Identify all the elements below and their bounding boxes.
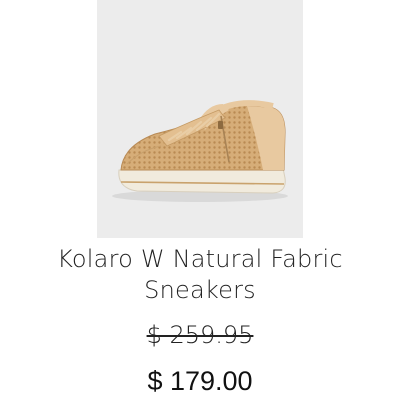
original-price: $ 259.95 xyxy=(0,318,400,352)
original-price-value: $ 259.95 xyxy=(146,321,254,349)
product-image[interactable] xyxy=(97,0,303,238)
product-title-line2[interactable]: Sneakers xyxy=(144,276,256,304)
product-title-line1[interactable]: Kolaro W Natural Fabric xyxy=(57,245,343,273)
product-title[interactable]: Kolaro W Natural Fabric Sneakers xyxy=(0,244,400,306)
product-card: Kolaro W Natural Fabric Sneakers $ 259.9… xyxy=(0,0,400,400)
sneaker-icon xyxy=(112,100,288,202)
sale-price: $ 179.00 xyxy=(147,366,253,396)
